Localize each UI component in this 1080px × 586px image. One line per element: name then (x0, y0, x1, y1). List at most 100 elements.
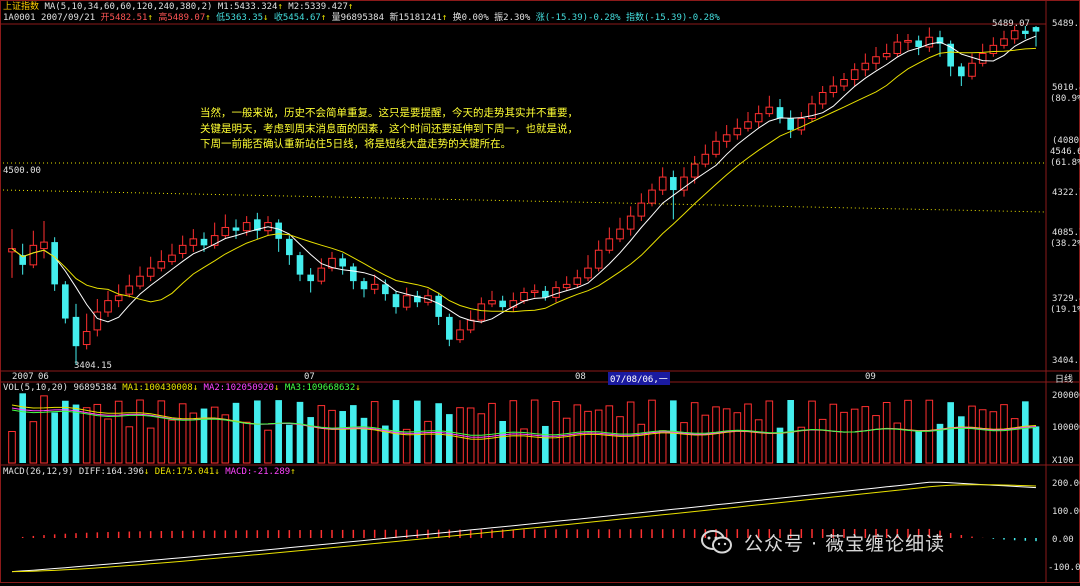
candle-body-down (296, 255, 304, 275)
low-value: 低5363.35 (216, 13, 264, 23)
candle-body-up (712, 140, 720, 155)
watermark-text: 公众号 · 薇宝缠论细读 (744, 532, 946, 555)
macd-axis-label: 0.00 (1052, 535, 1074, 545)
volume-header: VOL(5,10,20) 96895384 MA1:100430008↓ MA2… (3, 383, 361, 393)
candle-body-up (690, 163, 699, 178)
candle-body-up (978, 52, 987, 64)
volume-bar-up (978, 409, 987, 464)
volume-bar-up (552, 400, 560, 464)
date-value: 2007/09/21 (40, 13, 96, 23)
candle-body-up (968, 62, 976, 77)
volume-bar-down (286, 424, 293, 463)
candle-body-up (530, 290, 539, 294)
volume-bar-up (861, 406, 870, 464)
stock-chart-svg[interactable] (0, 0, 1080, 583)
volume-bar-down (275, 400, 282, 463)
m2-value: M2:5339.427 (288, 2, 348, 12)
price-axis-label: 5489.1 (1052, 19, 1080, 29)
volume-axis-label: 100000 (1052, 423, 1080, 433)
index-name[interactable]: 上证指数 (3, 2, 39, 12)
candle-body-down (360, 281, 368, 290)
volume-bar-up (168, 419, 176, 464)
volume-bar-down (350, 405, 357, 463)
candle-body-up (520, 292, 528, 302)
volume-axis-label: 200000 (1052, 391, 1080, 401)
candle-body-up (872, 56, 880, 64)
price-axis-sub: (80.9%) (1050, 94, 1080, 104)
volume-bar-up (850, 408, 859, 464)
candle-body-up (29, 244, 38, 266)
volume-bar-down (232, 402, 240, 463)
volume-bar-down (72, 404, 80, 463)
price-axis-sub: (19.1%) (1050, 305, 1080, 315)
candle-body-down (446, 316, 453, 340)
high-marker: 5489.07 (992, 19, 1030, 29)
price-axis-label: 3404.1 (1052, 356, 1080, 366)
volume-bar-up (178, 403, 187, 464)
annotation-line: 关键是明天，考虑到周末消息面的因素，这个时间还要延伸到下周一，也就是说， (200, 122, 578, 135)
candle-body-down (72, 316, 80, 347)
candle-body-up (488, 300, 496, 305)
volume-bar-up (594, 409, 603, 464)
period-label[interactable]: 日线 (1055, 372, 1073, 385)
header-row-2: 1A0001 2007/09/21 开5482.51↑ 高5489.07↑ 低5… (3, 13, 720, 23)
candle-body-up (605, 238, 614, 251)
candle-body-down (275, 222, 282, 239)
macd-axis-label: 200.00 (1052, 479, 1080, 489)
candle-body-up (1010, 30, 1019, 40)
candle-body-up (104, 300, 112, 313)
price-axis-label: 4322.7 (1052, 188, 1080, 198)
volume-bar-up (818, 418, 827, 464)
volume-bar-down (446, 414, 453, 463)
watermark: 公众号 · 薇宝缠论细读 (700, 527, 945, 557)
volume-bar-up (733, 412, 742, 464)
volume-bar-up (722, 408, 731, 464)
candle-body-down (392, 294, 400, 308)
volume-bar-up (754, 419, 763, 464)
candle-body-up (178, 244, 187, 254)
macd-diff: DIFF:164.396 (78, 467, 144, 477)
volume-bar-up (424, 420, 432, 464)
candle-body-up (146, 267, 155, 277)
price-axis-label: (4080) (1052, 136, 1080, 146)
volume-bar-up (328, 409, 336, 464)
ma-params: MA(5,10,34,60,60,120,240,380,2) (44, 2, 213, 12)
volume-bar-down (958, 416, 965, 463)
candle-body-up (456, 329, 464, 341)
volume-bar-up (488, 402, 496, 464)
candle-body-up (402, 295, 411, 308)
price-axis-sub: (61.8%) (1050, 158, 1080, 168)
volume-bar-up (637, 423, 646, 464)
annotation-line: 下周一前能否确认重新站住5日线，将是短线大盘走势的关键所在。 (200, 138, 512, 150)
macd-axis-label: 100.00 (1052, 507, 1080, 517)
candle-body-down (286, 238, 293, 256)
volume-bar-up (221, 414, 230, 464)
candle-body-up (701, 153, 710, 165)
candle-body-down (307, 274, 314, 282)
candle-body-down (62, 284, 69, 319)
volume-bar-up (530, 399, 539, 464)
macd-title: MACD(26,12,9) (3, 467, 74, 477)
volume-bar-up (829, 403, 838, 464)
macd-dea: DEA:175.041 (154, 467, 215, 477)
candle-body-down (339, 258, 346, 267)
volume-bar-down (51, 412, 58, 463)
time-axis-label: 06 (38, 372, 49, 382)
candle-body-up (637, 202, 646, 217)
volume-ma2: MA2:102050920 (203, 383, 274, 393)
volume-bar-up (904, 399, 912, 464)
amplitude-value: 振2.30% (494, 13, 531, 23)
volume-value: 量96895384 (331, 13, 385, 23)
annotation-line: 当然，一般来说，历史不会简单重复。这只是要提醒，今天的走势其实并不重要， (200, 107, 578, 119)
volume-bar-down (254, 400, 261, 463)
candle-body-up (562, 283, 571, 289)
turnover-value: 换0.00% (452, 13, 489, 23)
volume-bar-up (146, 427, 155, 464)
volume-bar-up (797, 426, 806, 464)
volume-bar-up (40, 395, 48, 464)
volume-bar-up (658, 430, 667, 464)
time-axis-label: 2007 (12, 372, 34, 382)
open-value: 开5482.51 (100, 13, 148, 23)
volume-bar-down (200, 408, 208, 463)
change-value: 涨(-15.39)-0.28% (535, 13, 621, 23)
